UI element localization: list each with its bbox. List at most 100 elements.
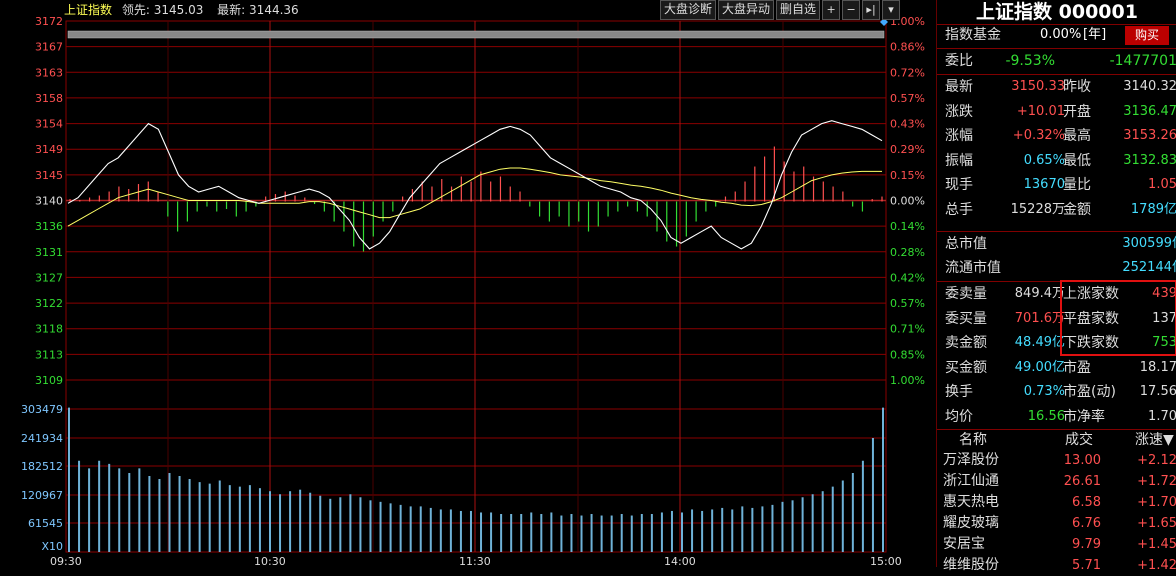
field-value: 701.6万 — [1014, 310, 1065, 326]
quote-row: 换手 0.73% 市盈(动) 17.56 — [945, 381, 1176, 403]
chart-toolbar: 大盘诊断 大盘异动 删自选 + − ▸| ▾ — [660, 0, 901, 20]
field-value: 3150.33 — [1011, 79, 1065, 94]
stock-speed: +1.45 — [1137, 537, 1176, 552]
field-label: 最低 — [1063, 152, 1091, 169]
price-tick-label: 3118 — [35, 323, 63, 336]
field-value: 16.56 — [1027, 408, 1065, 424]
percent-tick-label: 0.85% — [890, 348, 925, 361]
field-label: 开盘 — [1063, 103, 1091, 120]
lead-label: 领先: — [121, 3, 150, 17]
field-label: 涨幅 — [945, 128, 973, 144]
list-item[interactable]: 安居宝 9.79 +1.45 — [943, 534, 1176, 555]
weibi-percent: -9.53% — [1005, 53, 1055, 69]
field-label: 昨收 — [1063, 79, 1091, 95]
field-value: 15228万 — [1010, 201, 1065, 217]
stock-name: 安居宝 — [943, 536, 985, 552]
stock-price: 13.00 — [1063, 453, 1101, 468]
price-tick-label: 3131 — [35, 246, 63, 259]
percent-tick-label: 0.71% — [890, 323, 925, 336]
latest-value: 3144.36 — [249, 3, 299, 17]
percent-tick-label: 0.29% — [890, 143, 925, 156]
float-mcap-row: 流通市值 252144亿 — [945, 257, 1176, 279]
percent-tick-label: 0.14% — [890, 220, 925, 233]
time-tick-label: 14:00 — [664, 555, 696, 567]
divider — [937, 48, 1176, 49]
weibi-label: 委比 — [945, 53, 973, 69]
percent-tick-label: 0.86% — [890, 41, 925, 54]
remove-watchlist-button[interactable]: 删自选 — [776, 0, 821, 20]
minus-icon[interactable]: − — [842, 0, 861, 20]
volume-tick-label: 182512 — [21, 460, 63, 473]
list-item[interactable]: 惠天热电 6.58 +1.70 — [943, 492, 1176, 513]
list-item[interactable]: 万泽股份 13.00 +2.12 — [943, 450, 1176, 471]
chart-frame — [65, 20, 887, 553]
stock-speed: +2.12 — [1137, 453, 1176, 468]
chart-canvas[interactable]: 3172 1.00% 3167 0.86% 3163 0.72% 3158 0.57% 3154… — [0, 0, 936, 567]
price-tick-label: 3127 — [35, 271, 63, 284]
stock-speed: +1.42 — [1137, 558, 1176, 573]
quote-row: 总手 15228万 金额 1789亿 — [945, 199, 1176, 221]
field-label: 委买量 — [945, 310, 987, 327]
field-label: 市净率 — [1063, 408, 1105, 425]
forward-icon[interactable]: ▸| — [862, 0, 881, 20]
quote-panel: 上证指数 000001 指数基金 0.00% [年] 购买 委比 -9.53% … — [936, 0, 1176, 573]
quote-row: 均价 16.56 市净率 1.70 — [945, 406, 1176, 428]
col-price-header[interactable]: 成交 — [1065, 429, 1093, 451]
field-value: 3136.47 — [1123, 103, 1176, 119]
fund-label: 指数基金 — [945, 27, 1001, 43]
price-tick-label: 3140 — [35, 195, 63, 208]
list-item[interactable]: 耀皮玻璃 6.76 +1.65 — [943, 513, 1176, 534]
quote-row: 现手 13670 量比 1.05 — [945, 174, 1176, 196]
stock-name: 浙江仙通 — [943, 473, 999, 489]
percent-tick-label: 1.00% — [890, 374, 925, 387]
stock-name: 惠天热电 — [943, 494, 999, 510]
time-tick-label: 09:30 — [50, 555, 82, 567]
market-alert-button[interactable]: 大盘异动 — [718, 0, 775, 20]
percent-tick-label: 0.00% — [890, 195, 925, 208]
field-value: 3132.83 — [1123, 152, 1176, 168]
field-value: 0.73% — [1023, 384, 1065, 399]
field-value: 0.65% — [1023, 152, 1065, 168]
field-label: 卖金额 — [945, 335, 987, 351]
list-item[interactable]: 维维股份 5.71 +1.42 — [943, 555, 1176, 576]
field-label: 最新 — [945, 79, 973, 95]
dropdown-icon[interactable]: ▾ — [882, 0, 901, 20]
field-label: 买金额 — [945, 359, 987, 376]
time-scrollbar[interactable] — [67, 30, 885, 39]
lead-value: 3145.03 — [153, 3, 204, 17]
field-label: 市盈(动) — [1063, 384, 1116, 400]
price-tick-label: 3113 — [35, 348, 63, 361]
stock-price: 26.61 — [1063, 474, 1101, 489]
field-value: 1789亿 — [1130, 201, 1176, 217]
price-tick-label: 3167 — [35, 41, 63, 54]
field-value: 849.4万 — [1014, 286, 1065, 301]
weibi-value: -1477701 — [1109, 53, 1176, 69]
list-item[interactable]: 浙江仙通 26.61 +1.72 — [943, 471, 1176, 492]
plus-icon[interactable]: + — [822, 0, 841, 20]
divider — [937, 74, 1176, 75]
total-mcap-value: 300599亿 — [1122, 236, 1176, 251]
field-value: 3140.32 — [1123, 79, 1176, 94]
field-value: 18.17 — [1139, 359, 1176, 375]
col-speed-header[interactable]: 涨速▼ — [1135, 429, 1174, 451]
stock-name: 耀皮玻璃 — [943, 515, 999, 531]
total-mcap-row: 总市值 300599亿 — [945, 233, 1176, 255]
sort-down-icon: ▼ — [1163, 432, 1174, 448]
price-tick-label: 3149 — [35, 143, 63, 156]
quote-row: 涨幅 +0.32% 最高 3153.26 — [945, 125, 1176, 147]
quote-row: 涨跌 +10.01 开盘 3136.47 — [945, 101, 1176, 123]
list-header: 名称 成交 涨速▼ — [937, 429, 1176, 451]
col-name-header[interactable]: 名称 — [959, 429, 987, 451]
field-value: +10.01 — [1016, 103, 1065, 119]
volume-tick-label: 303479 — [21, 403, 63, 416]
stock-speed: +1.70 — [1137, 495, 1176, 510]
price-tick-label: 3136 — [35, 220, 63, 233]
weibi-row: 委比 -9.53% -1477701 — [945, 50, 1176, 72]
percent-tick-label: 0.28% — [890, 246, 925, 259]
stock-speed: +1.72 — [1137, 474, 1176, 489]
intraday-chart[interactable]: 3172 1.00% 3167 0.86% 3163 0.72% 3158 0.57% 3154… — [0, 0, 936, 567]
stock-price: 6.58 — [1072, 495, 1101, 510]
market-diagnosis-button[interactable]: 大盘诊断 — [660, 0, 717, 20]
stock-price: 6.76 — [1072, 516, 1101, 531]
buy-button[interactable]: 购买 — [1125, 26, 1169, 45]
